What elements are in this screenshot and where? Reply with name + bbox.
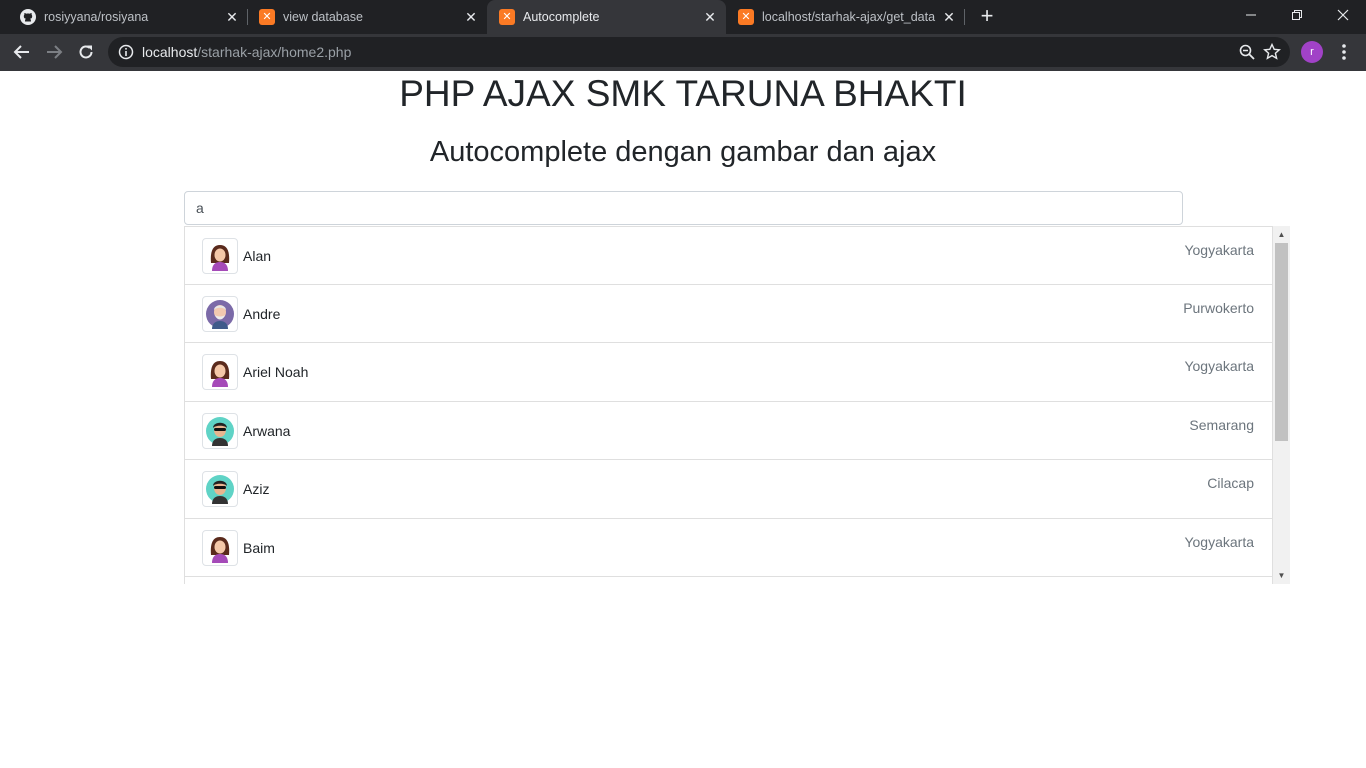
tab-separator xyxy=(964,9,965,25)
minimize-button[interactable] xyxy=(1228,0,1274,30)
result-item[interactable]: Arwana Semarang xyxy=(184,401,1273,460)
result-name: Alan xyxy=(243,248,272,264)
result-item[interactable]: Ariel Noah Yogyakarta xyxy=(184,343,1273,402)
restore-button[interactable] xyxy=(1274,0,1320,30)
tab-github[interactable]: rosiyyana/rosiyana ✕ xyxy=(8,0,248,34)
result-item[interactable] xyxy=(184,577,1273,584)
result-city: Yogyakarta xyxy=(1184,358,1254,374)
male-sunglasses-avatar-icon xyxy=(206,475,234,504)
browser-toolbar: localhost/starhak-ajax/home2.php r xyxy=(0,34,1366,71)
scroll-down-arrow-icon[interactable]: ▼ xyxy=(1273,567,1290,584)
tab-get-data[interactable]: ✕ localhost/starhak-ajax/get_data.p ✕ xyxy=(726,0,964,34)
forward-arrow-icon xyxy=(47,45,63,59)
result-item[interactable]: Aziz Cilacap xyxy=(184,460,1273,519)
new-tab-button[interactable]: + xyxy=(976,5,998,28)
menu-kebab-icon[interactable] xyxy=(1336,42,1352,62)
address-bar[interactable]: localhost/starhak-ajax/home2.php xyxy=(108,37,1290,67)
scroll-up-arrow-icon[interactable]: ▲ xyxy=(1273,226,1290,243)
forward-button[interactable] xyxy=(41,39,67,65)
result-city: Yogyakarta xyxy=(1184,533,1254,550)
tab-title: localhost/starhak-ajax/get_data.p xyxy=(762,10,936,24)
page-subtitle: Autocomplete dengan gambar dan ajax xyxy=(429,136,937,168)
back-button[interactable] xyxy=(9,39,35,65)
xampp-icon: ✕ xyxy=(738,9,754,25)
male-sunglasses-avatar-icon xyxy=(206,416,234,446)
url-host: localhost xyxy=(142,44,198,60)
elderly-man-avatar-icon xyxy=(206,299,234,329)
result-name: Baim xyxy=(243,539,275,556)
tab-strip: rosiyyana/rosiyana ✕ ✕ view database ✕ ✕… xyxy=(0,0,1366,34)
female-avatar-icon xyxy=(210,245,230,271)
tab-autocomplete[interactable]: ✕ Autocomplete ✕ xyxy=(487,0,726,34)
reload-icon xyxy=(79,45,93,59)
result-city: Semarang xyxy=(1189,416,1254,433)
results-list: Alan Yogyakarta Andre Purwokerto Ariel N… xyxy=(184,226,1273,584)
tab-view-database[interactable]: ✕ view database ✕ xyxy=(247,0,487,34)
reload-button[interactable] xyxy=(73,39,99,65)
tab-title: Autocomplete xyxy=(523,10,600,24)
female-avatar-icon xyxy=(210,361,230,387)
search-input[interactable] xyxy=(184,191,1183,225)
info-icon[interactable] xyxy=(118,44,134,60)
avatar xyxy=(202,238,238,274)
result-name: Ariel Noah xyxy=(243,364,309,380)
page-content: PHP AJAX SMK TARUNA BHAKTI Autocomplete … xyxy=(0,71,1366,768)
result-name: Andre xyxy=(243,305,281,322)
avatar xyxy=(202,354,238,390)
result-name: Aziz xyxy=(243,481,270,497)
avatar xyxy=(202,295,238,332)
url-text[interactable]: localhost/starhak-ajax/home2.php xyxy=(142,44,351,60)
close-icon[interactable]: ✕ xyxy=(222,7,242,27)
female-avatar-icon xyxy=(210,536,230,563)
url-path: /starhak-ajax/home2.php xyxy=(197,44,352,60)
results-scrollbar[interactable]: ▲ ▼ xyxy=(1273,226,1290,584)
close-icon[interactable]: ✕ xyxy=(700,7,720,27)
restore-icon xyxy=(1292,10,1302,20)
xampp-icon: ✕ xyxy=(499,9,515,25)
result-item[interactable]: Baim Yogyakarta xyxy=(184,518,1273,577)
scrollbar-thumb[interactable] xyxy=(1275,243,1288,441)
result-name: Arwana xyxy=(243,422,291,439)
close-window-button[interactable] xyxy=(1320,0,1366,30)
avatar xyxy=(202,529,238,566)
result-item[interactable]: Alan Yogyakarta xyxy=(184,226,1273,285)
result-city: Purwokerto xyxy=(1183,299,1254,316)
result-item[interactable]: Andre Purwokerto xyxy=(184,284,1273,343)
close-icon xyxy=(1337,9,1349,21)
github-icon xyxy=(20,9,36,25)
tab-title: rosiyyana/rosiyana xyxy=(44,10,149,24)
bookmark-star-icon[interactable] xyxy=(1262,42,1282,62)
minimize-icon xyxy=(1246,14,1256,16)
close-icon[interactable]: ✕ xyxy=(461,7,481,27)
avatar xyxy=(202,412,238,449)
page-title: PHP AJAX SMK TARUNA BHAKTI xyxy=(399,73,967,114)
autocomplete-results: Alan Yogyakarta Andre Purwokerto Ariel N… xyxy=(184,226,1290,584)
result-city: Yogyakarta xyxy=(1184,242,1254,258)
close-icon[interactable]: ✕ xyxy=(939,7,959,27)
zoom-out-icon[interactable] xyxy=(1238,43,1256,61)
tab-title: view database xyxy=(283,10,363,24)
back-arrow-icon xyxy=(13,45,29,59)
xampp-icon: ✕ xyxy=(259,9,275,25)
avatar xyxy=(202,471,238,507)
result-city: Cilacap xyxy=(1207,475,1254,491)
profile-avatar[interactable]: r xyxy=(1301,41,1323,63)
